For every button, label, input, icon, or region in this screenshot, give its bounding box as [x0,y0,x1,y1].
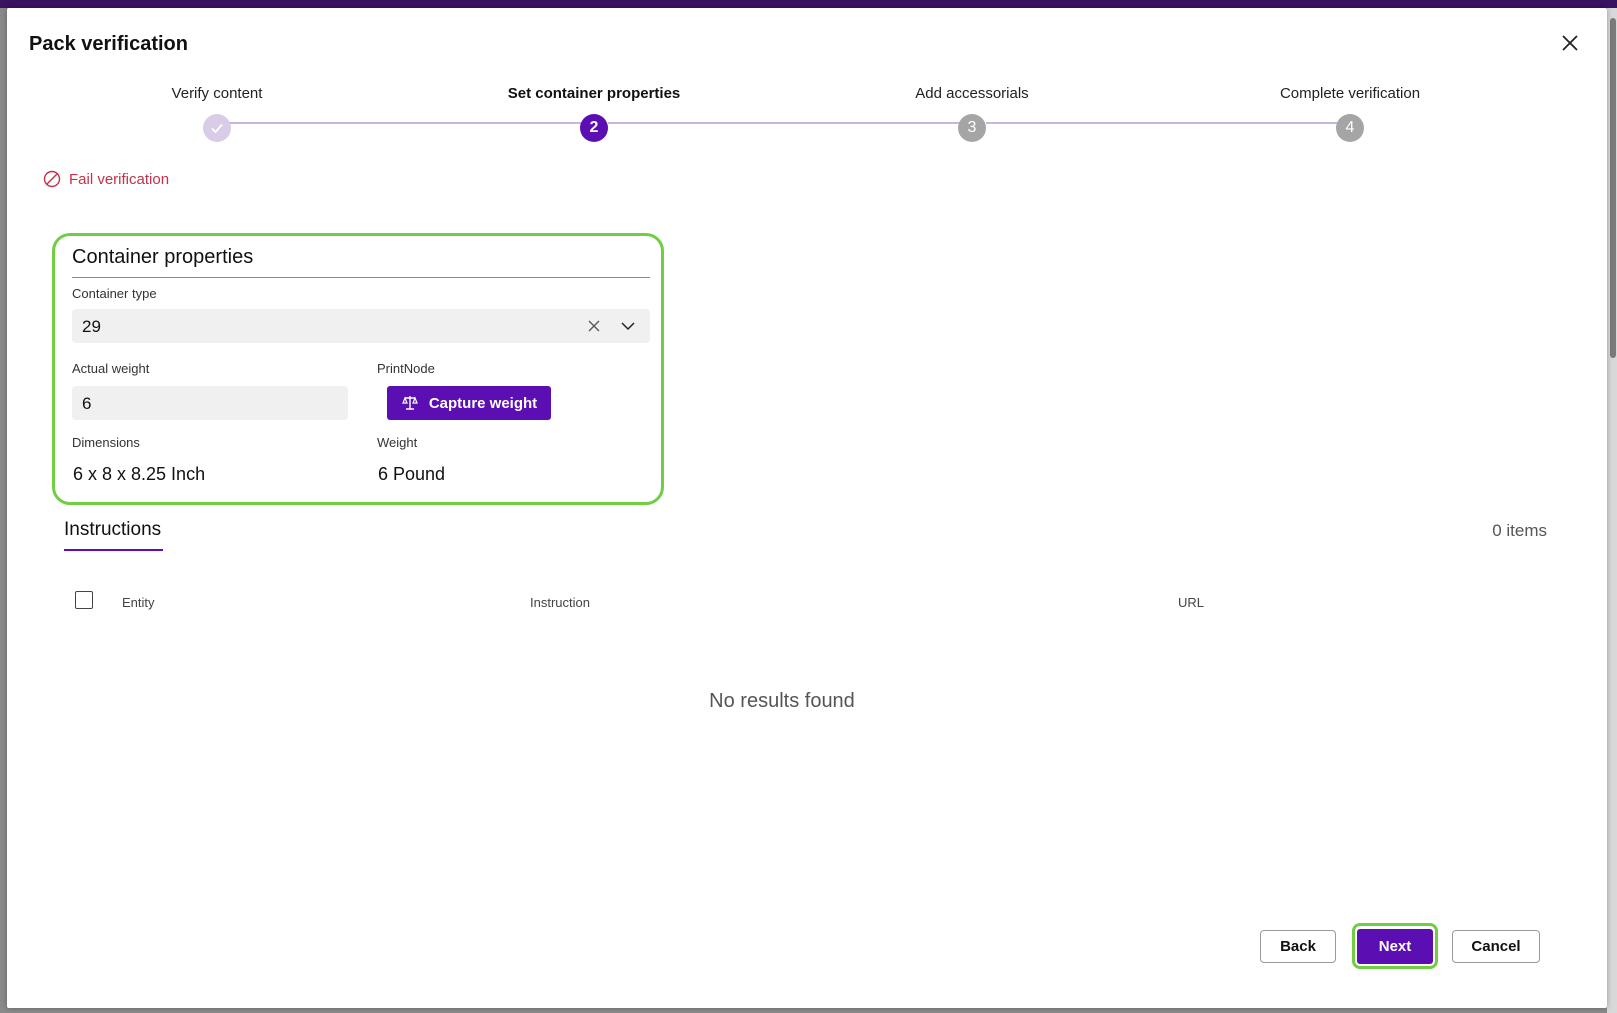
step-add-accessorials[interactable]: Add accessorials 3 [822,84,1122,142]
weight-label: Weight [377,435,418,450]
step-label: Verify content [171,85,263,102]
section-title: Container properties [72,246,254,268]
step-label: Add accessorials [915,85,1029,102]
container-type-select[interactable]: 29 [72,309,650,343]
instructions-tab-underline [64,549,163,551]
fail-verification-label: Fail verification [69,170,170,188]
actual-weight-input[interactable]: 6 [72,386,348,420]
container-type-value: 29 [82,317,101,336]
empty-state-text: No results found [709,690,855,712]
scale-icon [401,396,418,410]
dimensions-value: 6 x 8 x 8.25 Inch [73,464,206,484]
column-header-url[interactable]: URL [1178,595,1204,610]
pack-verification-dialog: Pack verification Verify content Set con… [7,8,1607,1008]
step-verify-content[interactable]: Verify content [67,84,367,142]
fail-verification-button[interactable]: Fail verification [43,170,169,188]
container-type-label: Container type [72,286,157,301]
scrollbar-thumb[interactable] [1610,18,1616,358]
step-set-container-properties[interactable]: Set container properties 2 [444,84,744,142]
app-top-bar [0,0,1617,8]
capture-weight-button[interactable]: Capture weight [387,386,551,420]
next-button[interactable]: Next [1357,929,1433,964]
chevron-down-icon[interactable] [619,317,637,335]
back-button[interactable]: Back [1260,930,1336,963]
column-header-instruction[interactable]: Instruction [530,595,590,610]
cancel-button[interactable]: Cancel [1452,930,1540,963]
step-label: Set container properties [507,85,681,102]
instructions-tab[interactable]: Instructions [64,519,161,541]
close-icon[interactable] [1557,30,1583,56]
weight-value: 6 Pound [378,464,446,484]
dimensions-label: Dimensions [72,435,140,450]
step-number-circle: 4 [1336,114,1364,142]
column-header-entity[interactable]: Entity [122,595,155,610]
select-all-checkbox[interactable] [75,591,93,609]
step-label: Complete verification [1279,85,1421,102]
step-number-circle: 3 [958,114,986,142]
prohibited-icon [43,170,61,188]
container-properties-section: Container properties Container type 29 A… [52,233,664,505]
printnode-label: PrintNode [377,361,435,376]
background-scrollbar[interactable] [1607,8,1617,1013]
section-divider [72,277,650,278]
items-count: 0 items [1492,521,1547,540]
step-number-circle: 2 [580,114,608,142]
clear-icon[interactable] [585,317,603,335]
dialog-title: Pack verification [29,33,188,55]
actual-weight-label: Actual weight [72,361,150,376]
step-done-circle [203,114,231,142]
capture-weight-label: Capture weight [428,394,538,412]
step-complete-verification[interactable]: Complete verification 4 [1200,84,1500,142]
checkmark-icon [211,123,223,134]
